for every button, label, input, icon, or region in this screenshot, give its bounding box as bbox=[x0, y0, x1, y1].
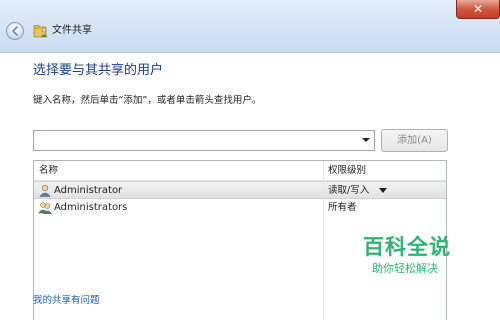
watermark-subtitle: 助你轻松解决 bbox=[372, 262, 438, 275]
list-header: 名称 权限级别 bbox=[34, 161, 446, 181]
dropdown-arrow-icon[interactable] bbox=[362, 138, 370, 142]
column-header-name[interactable]: 名称 bbox=[39, 164, 58, 177]
column-header-permission[interactable]: 权限级别 bbox=[328, 164, 366, 177]
help-link[interactable]: 我的共享有问题 bbox=[33, 295, 100, 307]
user-icon bbox=[39, 184, 51, 197]
column-divider bbox=[323, 161, 324, 320]
back-arrow-icon bbox=[12, 26, 18, 36]
user-name-combobox[interactable] bbox=[33, 130, 375, 151]
permission-level: 所有者 bbox=[328, 202, 357, 213]
window-titlebar: ✕ 文件共享 bbox=[0, 0, 500, 53]
list-row-administrator[interactable]: Administrator 读取/写入 bbox=[34, 181, 446, 199]
instruction-text: 键入名称，然后单击“添加”，或者单击箭头查找用户。 bbox=[33, 95, 262, 106]
back-button[interactable] bbox=[6, 22, 24, 40]
permission-level[interactable]: 读取/写入 bbox=[328, 184, 369, 197]
page-title: 选择要与其共享的用户 bbox=[33, 63, 164, 78]
group-icon bbox=[38, 202, 52, 214]
window-title: 文件共享 bbox=[52, 25, 92, 36]
close-button[interactable]: ✕ bbox=[456, 0, 500, 19]
list-row-administrators[interactable]: Administrators 所有者 bbox=[34, 199, 446, 217]
watermark: 百科全说 助你轻松解决 bbox=[363, 235, 463, 281]
watermark-title: 百科全说 bbox=[363, 235, 451, 259]
add-button[interactable]: 添加(A) bbox=[381, 129, 448, 152]
user-name-input[interactable] bbox=[34, 131, 354, 150]
permission-dropdown-arrow-icon[interactable] bbox=[379, 188, 387, 193]
user-name: Administrator bbox=[54, 185, 123, 196]
file-sharing-icon bbox=[33, 25, 48, 38]
user-name: Administrators bbox=[54, 202, 128, 213]
